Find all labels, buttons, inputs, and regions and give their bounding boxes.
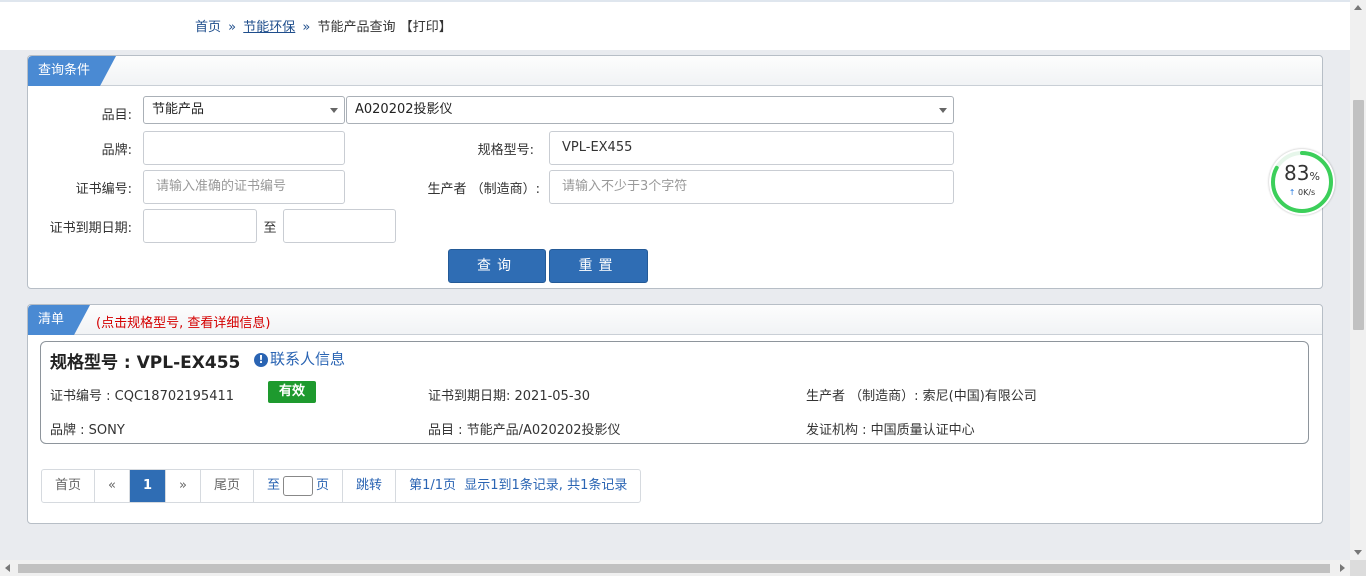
transfer-rate: ↑ 0K/s: [1269, 188, 1335, 197]
contact-info-link[interactable]: ! 联系人信息: [254, 348, 345, 369]
category-label: 品目:: [101, 108, 132, 123]
scroll-down-icon[interactable]: [1354, 550, 1362, 555]
upload-arrow-icon: ↑: [1288, 188, 1296, 197]
pagination: 首页 « 1 » 尾页 至页 跳转 第1/1页 显示1到1条记录, 共1条记录: [41, 469, 642, 503]
reset-button[interactable]: 重置: [549, 249, 648, 283]
last-page-button[interactable]: 尾页: [201, 470, 255, 502]
category-select[interactable]: 节能产品: [143, 96, 345, 124]
model-label: 规格型号:: [477, 143, 534, 158]
search-button[interactable]: 查询: [448, 249, 546, 283]
brand-label: 品牌:: [101, 143, 132, 158]
top-bar: 首页 » 节能环保 » 节能产品查询 【打印】: [0, 0, 1350, 50]
subcategory-select-value: A020202投影仪: [355, 102, 453, 117]
prev-page-button[interactable]: «: [95, 470, 130, 502]
expiry-label: 证书到期日期:: [49, 221, 132, 236]
exclamation-icon: !: [254, 353, 268, 367]
percent-unit: %: [1309, 170, 1320, 183]
percent-value: 83: [1284, 161, 1310, 185]
expiry-end-input[interactable]: [283, 209, 396, 243]
cert-label: 证书编号:: [75, 182, 132, 197]
brand-input[interactable]: [143, 131, 345, 165]
query-panel-header: 查询条件: [28, 56, 1322, 86]
contact-info-label: 联系人信息: [270, 350, 346, 368]
page-1-button[interactable]: 1: [129, 470, 167, 502]
vertical-scroll-thumb[interactable]: [1353, 100, 1364, 330]
cert-input[interactable]: 请输入准确的证书编号: [143, 170, 345, 204]
expiry-start-input[interactable]: [143, 209, 257, 243]
query-panel-title: 查询条件: [28, 56, 116, 86]
expiry-to-label: 至: [263, 221, 277, 236]
breadcrumb-category[interactable]: 节能环保: [243, 20, 295, 35]
network-speed-widget[interactable]: 83% ↑ 0K/s: [1269, 149, 1335, 215]
list-panel-title: 清单: [28, 305, 90, 335]
breadcrumb: 首页 » 节能环保 » 节能产品查询 【打印】: [195, 16, 452, 35]
list-hint: (点击规格型号, 查看详细信息): [96, 316, 271, 331]
breadcrumb-separator: »: [228, 20, 237, 35]
print-link[interactable]: 【打印】: [400, 20, 452, 35]
rate-value: 0K/s: [1298, 188, 1316, 197]
category-select-value: 节能产品: [152, 102, 205, 117]
breadcrumb-separator: »: [302, 20, 311, 35]
subcategory-select[interactable]: A020202投影仪: [346, 96, 954, 124]
page-info: 第1/1页 显示1到1条记录, 共1条记录: [396, 470, 640, 502]
first-page-button[interactable]: 首页: [42, 470, 96, 502]
issuer: 发证机构 : 中国质量认证中心: [806, 423, 975, 438]
record-count: 显示1到1条记录, 共1条记录: [464, 478, 628, 493]
scroll-left-icon[interactable]: [5, 564, 10, 572]
category: 品目 : 节能产品/A020202投影仪: [428, 423, 621, 438]
maker-label: 生产者 （制造商）:: [427, 182, 540, 197]
scroll-right-icon[interactable]: [1340, 564, 1345, 572]
vertical-scrollbar[interactable]: [1350, 0, 1366, 560]
breadcrumb-current: 节能产品查询: [317, 20, 396, 35]
jump-to-label: 至: [267, 478, 281, 493]
cert-number: 证书编号 : CQC18702195411: [50, 389, 235, 404]
horizontal-scroll-thumb[interactable]: [18, 564, 1330, 573]
scrollbar-corner: [1350, 560, 1366, 576]
scroll-up-icon[interactable]: [1354, 5, 1362, 10]
list-item: 规格型号 : VPL-EX455 ! 联系人信息 证书编号 : CQC187021…: [40, 341, 1309, 444]
page-number-input[interactable]: [283, 475, 314, 496]
model-input[interactable]: VPL-EX455: [549, 131, 954, 165]
percent-readout: 83%: [1269, 161, 1335, 185]
list-panel-header: 清单 (点击规格型号, 查看详细信息): [28, 305, 1322, 335]
maker: 生产者 （制造商）: 索尼(中国)有限公司: [806, 389, 1037, 404]
query-panel: 查询条件 品目: 节能产品 A020202投影仪 品牌: 规格型号: VPL-E…: [27, 55, 1323, 289]
chevron-down-icon: [939, 108, 947, 113]
model-link[interactable]: 规格型号 : VPL-EX455: [50, 348, 240, 373]
status-badge: 有效: [268, 381, 316, 403]
maker-input[interactable]: 请输入不少于3个字符: [549, 170, 954, 204]
horizontal-scrollbar[interactable]: [0, 560, 1350, 576]
page-unit-label: 页: [316, 478, 330, 493]
breadcrumb-home[interactable]: 首页: [195, 20, 221, 35]
chevron-down-icon: [330, 108, 338, 113]
expiry-date: 证书到期日期: 2021-05-30: [428, 389, 591, 404]
jump-button[interactable]: 跳转: [343, 470, 397, 502]
next-page-button[interactable]: »: [166, 470, 201, 502]
brand: 品牌 : SONY: [50, 423, 125, 438]
page-jump-group: 至页: [254, 470, 344, 502]
page-info-text: 第1/1页: [409, 478, 456, 493]
